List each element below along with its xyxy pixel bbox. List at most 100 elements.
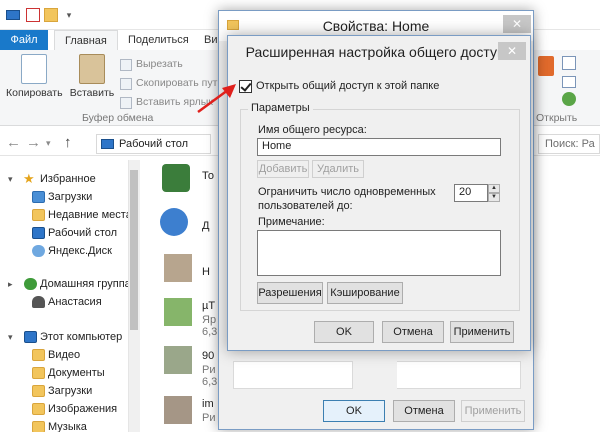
forward-arrow-icon[interactable]: →: [26, 134, 41, 151]
copy-button[interactable]: Копировать: [6, 54, 63, 99]
note-textarea[interactable]: [257, 230, 501, 276]
new-folder-icon[interactable]: [44, 8, 58, 22]
advanced-sharing-dialog: Расширенная настройка общего доступа ✕ О…: [227, 35, 531, 351]
close-icon[interactable]: ✕: [498, 42, 526, 60]
history-ribbon-icon[interactable]: [562, 92, 576, 106]
note-label: Примечание:: [258, 216, 325, 228]
user-limit-input[interactable]: 20: [454, 184, 488, 202]
recent-dropdown-icon[interactable]: ▾: [46, 138, 51, 149]
tab-home[interactable]: Главная: [54, 30, 118, 50]
file-name[interactable]: То: [202, 170, 214, 182]
file-name[interactable]: µT: [202, 300, 215, 312]
window-icon[interactable]: [6, 10, 20, 20]
cut-button[interactable]: Вырезать: [120, 56, 183, 72]
nav-desktop[interactable]: Рабочий стол: [32, 224, 117, 242]
cancel-button[interactable]: Отмена: [393, 400, 455, 422]
documents-folder-icon: [32, 367, 45, 379]
nav-recent-label: Недавние места: [48, 209, 132, 221]
nav-music[interactable]: Музыка: [32, 418, 87, 432]
utorrent-icon[interactable]: [164, 298, 192, 326]
nav-this-pc[interactable]: Этот компьютер: [24, 328, 123, 346]
nav-pc-downloads-label: Загрузки: [48, 385, 93, 397]
nav-downloads-label: Загрузки: [48, 191, 93, 203]
file-name[interactable]: im: [202, 398, 214, 410]
nav-recent[interactable]: Недавние места: [32, 206, 132, 224]
expand-favorites-icon[interactable]: ▾: [8, 174, 13, 185]
paste-button[interactable]: Вставить: [64, 54, 120, 99]
add-button[interactable]: Добавить: [257, 160, 309, 178]
spin-down-icon[interactable]: ▼: [488, 193, 500, 202]
nav-yandex-disk[interactable]: Яндекс.Диск: [32, 242, 112, 260]
apply-button[interactable]: Применить: [461, 400, 525, 422]
file-name[interactable]: Н: [202, 266, 210, 278]
apply-button[interactable]: Применить: [450, 321, 514, 343]
tab-file[interactable]: Файл: [0, 30, 48, 50]
up-arrow-icon[interactable]: ↑: [64, 134, 72, 151]
caching-button[interactable]: Кэширование: [327, 282, 403, 304]
expand-this-pc-icon[interactable]: ▾: [8, 332, 13, 343]
nav-yandex-label: Яндекс.Диск: [48, 245, 112, 257]
copy-label: Копировать: [6, 87, 63, 99]
nav-homegroup[interactable]: Домашняя группа: [24, 275, 131, 293]
paste-icon: [79, 54, 105, 84]
videos-folder-icon: [32, 349, 45, 361]
open-ribbon-icon[interactable]: [562, 56, 576, 70]
image-thumbnail[interactable]: [164, 346, 192, 374]
desktop-icon: [101, 139, 114, 149]
advanced-sharing-titlebar: Расширенная настройка общего доступа ✕: [228, 36, 530, 66]
nav-pictures-label: Изображения: [48, 403, 118, 415]
pictures-folder-icon: [32, 403, 45, 415]
nav-favorites[interactable]: ★ Избранное: [23, 170, 96, 188]
nav-favorites-label: Избранное: [40, 173, 96, 185]
user-icon: [32, 296, 45, 308]
nav-documents-label: Документы: [48, 367, 105, 379]
ok-button[interactable]: OK: [314, 321, 374, 343]
spin-up-icon[interactable]: ▲: [488, 184, 500, 193]
nav-videos[interactable]: Видео: [32, 346, 80, 364]
back-arrow-icon[interactable]: ←: [6, 134, 21, 151]
share-name-input[interactable]: Home: [257, 138, 501, 156]
properties-title: Свойства: Home: [322, 18, 430, 34]
share-folder-label[interactable]: Открыть общий доступ к этой папке: [256, 80, 439, 92]
properties-icon[interactable]: [26, 8, 40, 22]
close-icon[interactable]: ✕: [503, 15, 531, 33]
remove-button[interactable]: Удалить: [312, 160, 364, 178]
permissions-button[interactable]: Разрешения: [257, 282, 323, 304]
file-size: 6,3: [202, 376, 218, 388]
limit-users-label: Ограничить число одновременных: [258, 186, 436, 198]
cancel-button[interactable]: Отмена: [382, 321, 444, 343]
nav-scroll-thumb[interactable]: [130, 170, 138, 330]
advanced-sharing-title: Расширенная настройка общего доступа: [245, 44, 513, 60]
address-box[interactable]: Рабочий стол: [96, 134, 211, 154]
properties-content-area: [397, 361, 521, 389]
share-name-label: Имя общего ресурса:: [258, 124, 367, 136]
address-text: Рабочий стол: [119, 138, 189, 150]
nav-pictures[interactable]: Изображения: [32, 400, 118, 418]
desktop-icon: [32, 227, 45, 239]
file-icon[interactable]: [162, 164, 190, 192]
image-thumbnail[interactable]: [164, 396, 192, 424]
nav-user[interactable]: Анастасия: [32, 293, 102, 311]
image-thumbnail[interactable]: [164, 254, 192, 282]
nav-pc-downloads[interactable]: Загрузки: [32, 382, 93, 400]
edit-ribbon-icon[interactable]: [562, 76, 576, 88]
nav-this-pc-label: Этот компьютер: [40, 331, 123, 343]
file-name[interactable]: 90: [202, 350, 214, 362]
ok-button[interactable]: OK: [323, 400, 385, 422]
annotation-arrow-icon: [197, 84, 236, 114]
homegroup-icon: [24, 278, 37, 290]
network-folder-icon[interactable]: [160, 208, 188, 236]
nav-music-label: Музыка: [48, 421, 87, 432]
qat-dropdown-icon[interactable]: ▾: [62, 8, 76, 22]
search-input[interactable]: Поиск: Ра: [538, 134, 600, 154]
recent-places-icon: [32, 209, 45, 221]
file-name[interactable]: Д: [202, 220, 209, 232]
expand-homegroup-icon[interactable]: ▸: [8, 279, 13, 290]
nav-downloads[interactable]: Загрузки: [32, 188, 93, 206]
properties-ribbon-icon[interactable]: [538, 56, 554, 76]
tab-share[interactable]: Поделиться: [118, 30, 199, 50]
music-folder-icon: [32, 421, 45, 432]
share-folder-checkbox[interactable]: [239, 80, 252, 93]
nav-documents[interactable]: Документы: [32, 364, 105, 382]
paste-label: Вставить: [69, 87, 115, 99]
